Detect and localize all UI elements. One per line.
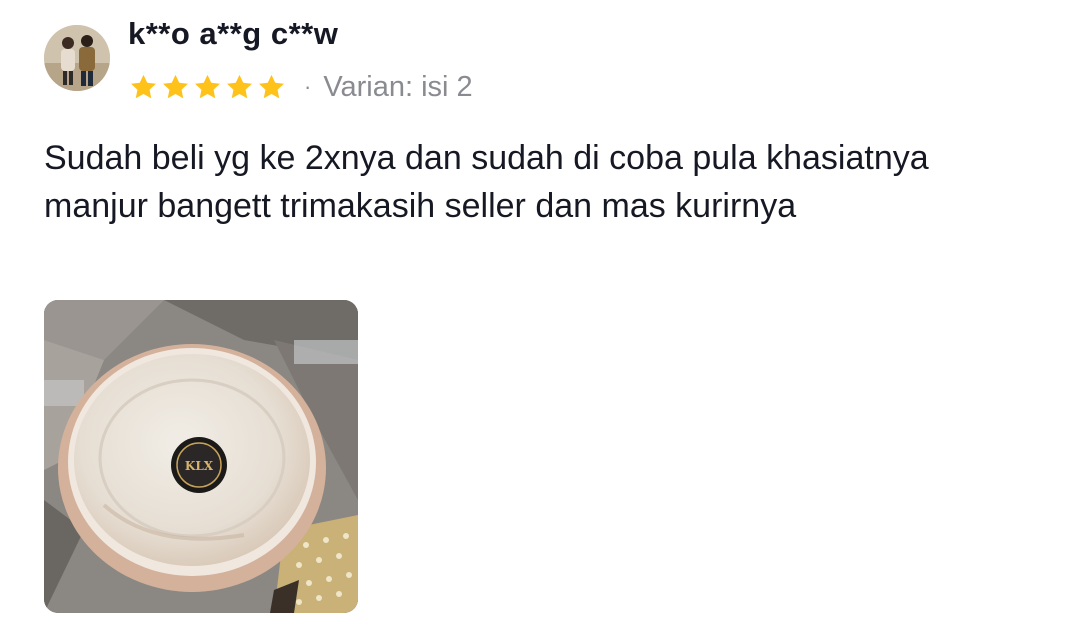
star-icon	[128, 72, 159, 103]
star-icon	[192, 72, 223, 103]
star-icon	[256, 72, 287, 103]
reviewer-name: k**o a**g c**w	[128, 16, 339, 51]
avatar-photo	[44, 25, 110, 91]
meta-separator: ·	[304, 74, 312, 99]
star-icon	[160, 72, 191, 103]
round-container-with-lid-photo: KLX	[44, 300, 358, 613]
star-rating	[128, 72, 288, 103]
review-photo[interactable]: KLX	[44, 300, 358, 613]
review-text: Sudah beli yg ke 2xnya dan sudah di coba…	[44, 139, 929, 225]
lid-logo-text: KLX	[185, 459, 214, 473]
user-avatar[interactable]	[44, 25, 110, 91]
variant-label: Varian: isi 2	[323, 70, 473, 103]
star-icon	[224, 72, 255, 103]
rating-row: · Varian: isi 2	[128, 68, 473, 106]
